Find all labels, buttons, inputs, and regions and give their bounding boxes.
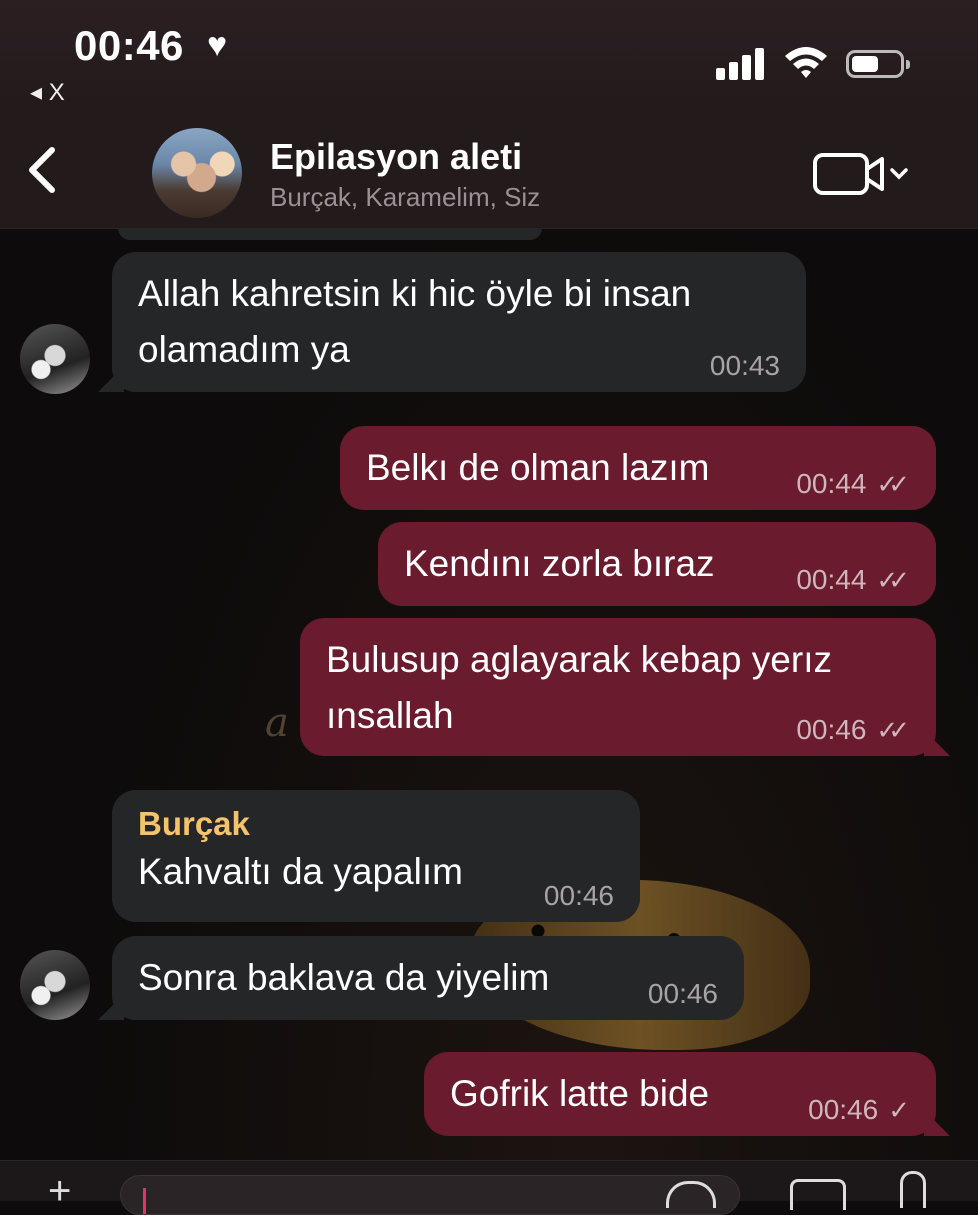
message-input-bar: + [0,1160,978,1215]
sender-avatar[interactable] [20,324,90,394]
message-time: 00:46 [543,880,614,911]
heart-icon: ♥ [207,26,228,64]
chat-participants: Burçak, Karamelim, Siz [270,182,541,212]
chat-header: Epilasyon aleti Burçak, Karamelim, Siz [0,110,978,229]
back-chevron-icon[interactable] [18,140,68,200]
wallpaper-decoration: a [265,700,289,746]
message-bubble-outgoing[interactable]: Kendını zorla bıraz 00:44 ✓✓ [378,522,936,606]
sender-avatar[interactable] [20,950,90,1020]
status-bar: 00:46 ♥ ◂ X [0,0,978,110]
message-input[interactable] [120,1175,740,1215]
cellular-signal-icon [716,48,766,80]
message-bubble-outgoing[interactable]: Belkı de olman lazım 00:44 ✓✓ [340,426,936,510]
message-bubble-incoming[interactable]: Sonra baklava da yiyelim 00:46 [98,936,744,1020]
camera-icon[interactable] [790,1179,846,1210]
message-time: 00:43 [709,350,780,381]
status-time: 00:46 [74,22,184,69]
message-bubble-outgoing[interactable]: Gofrik latte bide 00:46 ✓ [424,1052,950,1136]
video-camera-icon[interactable] [812,152,912,196]
message-time: 00:46 [796,714,867,745]
back-to-app-link[interactable]: ◂ X [30,78,65,107]
message-bubble-incoming[interactable]: Allah kahretsin ki hic öyle bi insan ola… [98,252,806,392]
double-check-icon: ✓✓ [876,468,909,499]
single-check-icon: ✓ [888,1094,910,1125]
group-avatar[interactable] [152,128,242,218]
sender-name[interactable]: Burçak [138,804,614,844]
message-bubble-incoming[interactable]: Burçak Kahvaltı da yapalım 00:46 [112,790,640,922]
microphone-icon[interactable] [900,1171,926,1208]
attach-plus-icon[interactable]: + [48,1171,71,1211]
message-text-line: olamadım ya [138,329,350,370]
wifi-icon [785,47,827,78]
message-text-line: Sonra baklava da yiyelim [138,957,550,998]
message-bubble-outgoing[interactable]: Bulusup aglayarak kebap yerız ınsallah 0… [300,618,950,756]
message-time: 00:44 [796,564,867,595]
double-check-icon: ✓✓ [876,714,909,745]
battery-icon [846,50,910,78]
message-text-line: Bulusup aglayarak kebap yerız [326,639,832,680]
message-time: 00:44 [796,468,867,499]
message-time: 00:46 [647,978,718,1009]
previous-message-bubble-edge [118,228,542,240]
message-time: 00:46 [808,1094,879,1125]
message-text-line: Allah kahretsin ki hic öyle bi insan [138,273,692,314]
chat-title[interactable]: Epilasyon aleti [270,136,522,178]
double-check-icon: ✓✓ [876,564,909,595]
message-text-line: Kahvaltı da yapalım [138,851,463,892]
